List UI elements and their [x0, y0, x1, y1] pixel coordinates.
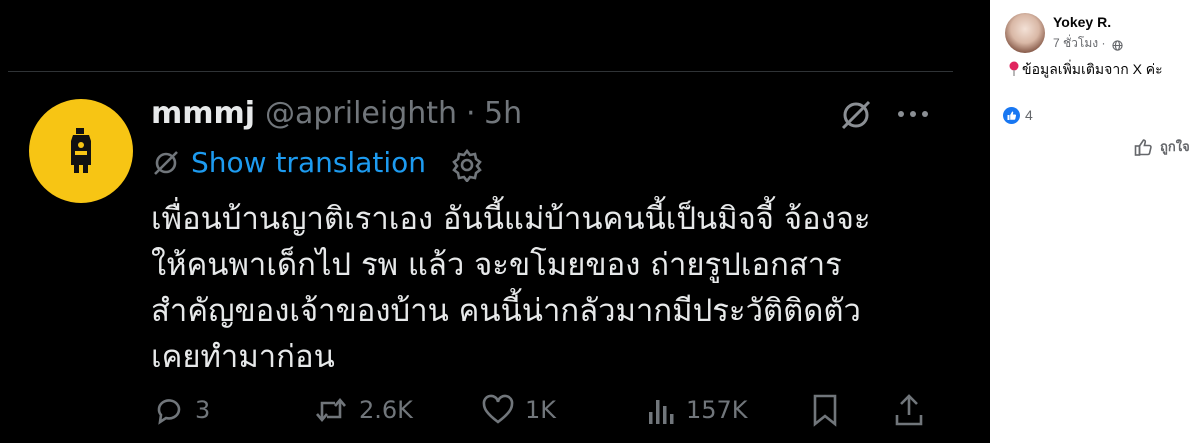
- show-translation-link[interactable]: Show translation: [191, 146, 426, 179]
- like-button[interactable]: 1K: [481, 393, 556, 427]
- tweet-display-name[interactable]: mmmj: [151, 96, 255, 131]
- divider: [8, 71, 953, 72]
- author-avatar[interactable]: [1005, 13, 1045, 53]
- like-label: ถูกใจ: [1160, 139, 1190, 154]
- post-caption-text: ข้อมูลเพิ่มเติมจาก X ค่ะ: [1022, 61, 1163, 77]
- public-globe-icon: [1112, 36, 1123, 55]
- bookmark-icon: [813, 394, 837, 427]
- pin-icon: [1008, 61, 1020, 79]
- tweet-text: เพื่อนบ้านญาติเราเอง อันนี้แม่บ้านคนนี้เ…: [151, 196, 941, 380]
- tweet-text-line: ให้คนพาเด็กไป รพ แล้ว จะขโมยของ ถ่ายรูปเ…: [151, 247, 842, 283]
- translate-globe-icon: [152, 149, 180, 181]
- post-time[interactable]: 7 ชั่วโมง ·: [1053, 34, 1105, 53]
- tweet-text-line: เคยทำมาก่อน: [151, 339, 335, 375]
- share-button[interactable]: [893, 393, 925, 427]
- reply-button[interactable]: 3: [153, 393, 210, 427]
- separator-dot: ·: [466, 96, 476, 131]
- like-reaction-icon[interactable]: [1003, 107, 1020, 124]
- tweet-text-line: เพื่อนบ้านญาติเราเอง อันนี้แม่บ้านคนนี้เ…: [151, 201, 871, 237]
- like-action-button[interactable]: ถูกใจ: [1134, 136, 1190, 157]
- more-options-icon[interactable]: [895, 104, 931, 128]
- grok-icon[interactable]: [838, 97, 874, 137]
- tweet-timestamp[interactable]: 5h: [484, 96, 522, 131]
- thumbs-up-icon: [1134, 138, 1152, 156]
- embedded-tweet-image[interactable]: mmmj @aprileighth · 5h Show translation …: [0, 0, 990, 443]
- heart-icon: [482, 394, 514, 424]
- like-count: 1K: [525, 396, 557, 424]
- reaction-count[interactable]: 4: [1025, 107, 1033, 123]
- tweet-handle[interactable]: @aprileighth: [265, 96, 457, 131]
- repost-button[interactable]: 2.6K: [313, 393, 413, 427]
- post-caption: ข้อมูลเพิ่มเติมจาก X ค่ะ: [1008, 59, 1163, 81]
- views-button[interactable]: 157K: [646, 393, 748, 427]
- reply-icon: [157, 399, 181, 425]
- views-icon: [649, 400, 674, 424]
- share-icon: [895, 394, 923, 426]
- gear-icon[interactable]: [450, 148, 484, 186]
- tweet-text-line: สำคัญของเจ้าของบ้าน คนนี้น่ากลัวมากมีประ…: [151, 293, 861, 329]
- reply-count: 3: [195, 396, 211, 424]
- tweet-avatar: [29, 99, 133, 203]
- repost-count: 2.6K: [359, 396, 413, 424]
- repost-icon: [316, 397, 346, 423]
- views-count: 157K: [686, 396, 748, 424]
- bookmark-button[interactable]: [811, 393, 839, 427]
- author-name[interactable]: Yokey R.: [1053, 14, 1111, 30]
